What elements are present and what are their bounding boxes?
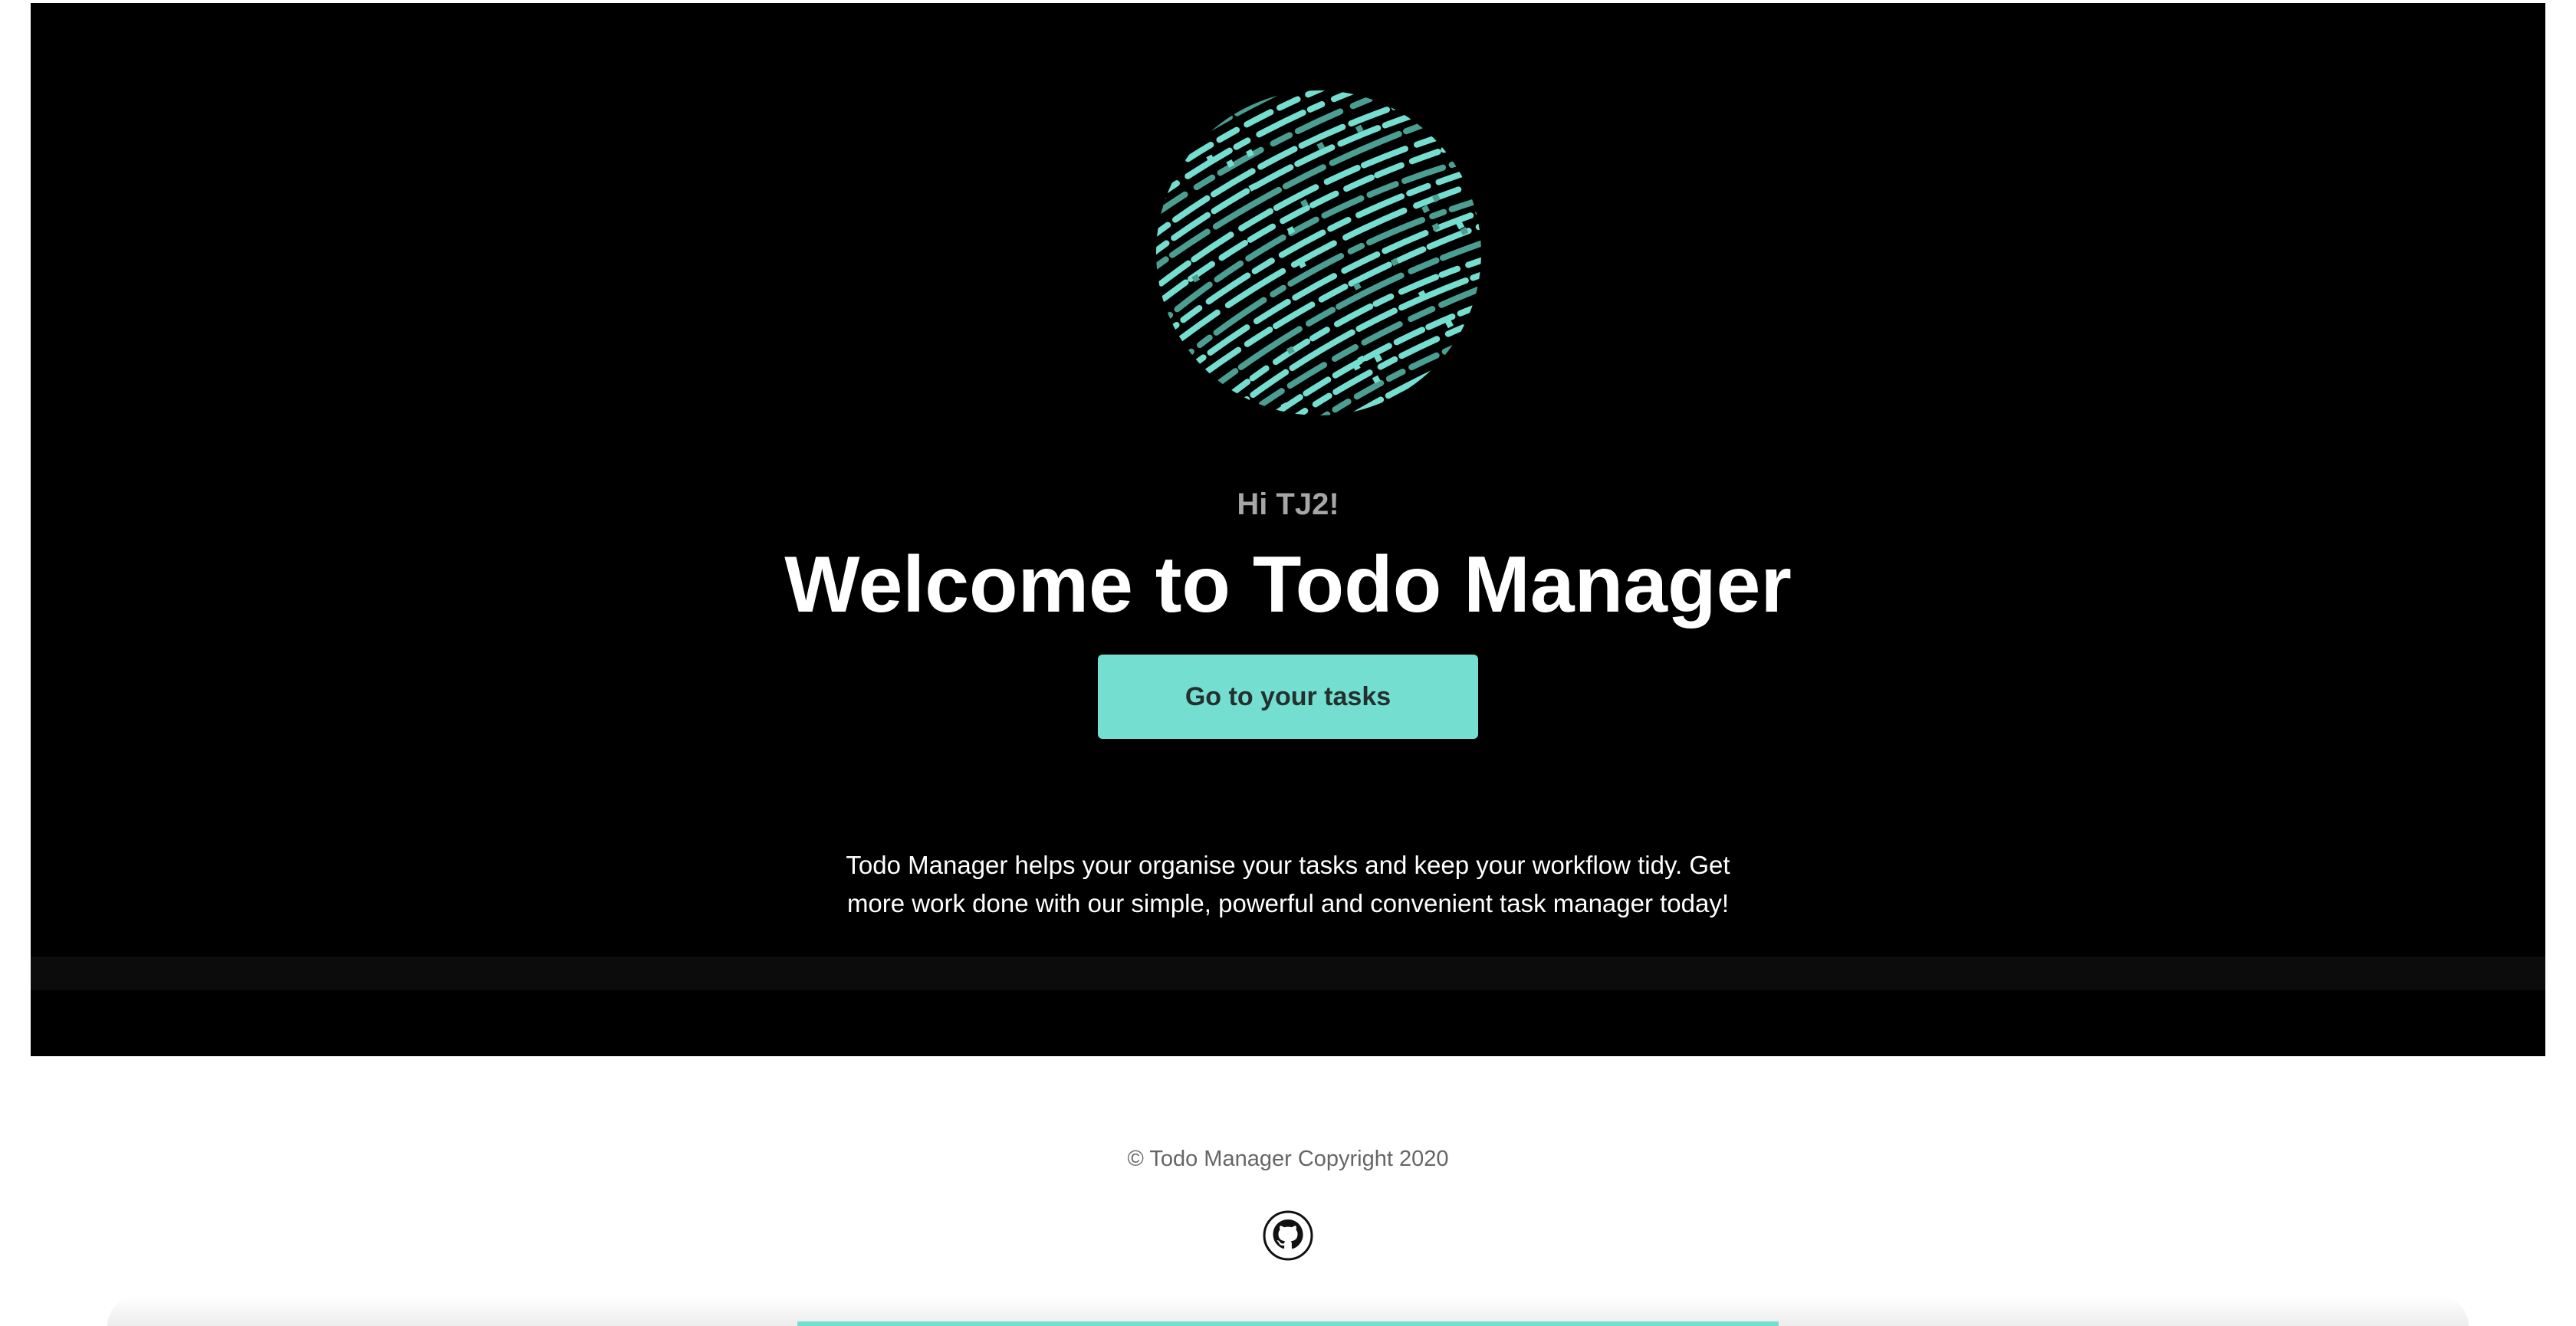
copyright-text: © Todo Manager Copyright 2020 bbox=[1127, 1147, 1449, 1171]
go-to-tasks-button[interactable]: Go to your tasks bbox=[1098, 655, 1478, 739]
hero-band-divider bbox=[31, 957, 2545, 990]
greeting-text: Hi TJ2! bbox=[1237, 487, 1339, 521]
page: Hi TJ2! Welcome to Todo Manager Go to yo… bbox=[0, 0, 2576, 1326]
hero-section: Hi TJ2! Welcome to Todo Manager Go to yo… bbox=[31, 3, 2545, 1056]
github-icon[interactable] bbox=[1262, 1209, 1314, 1262]
page-title: Welcome to Todo Manager bbox=[784, 540, 1792, 629]
fingerprint-icon bbox=[1150, 84, 1487, 422]
bottom-accent-line bbox=[797, 1321, 1779, 1326]
description-text: Todo Manager helps your organise your ta… bbox=[846, 851, 1730, 917]
